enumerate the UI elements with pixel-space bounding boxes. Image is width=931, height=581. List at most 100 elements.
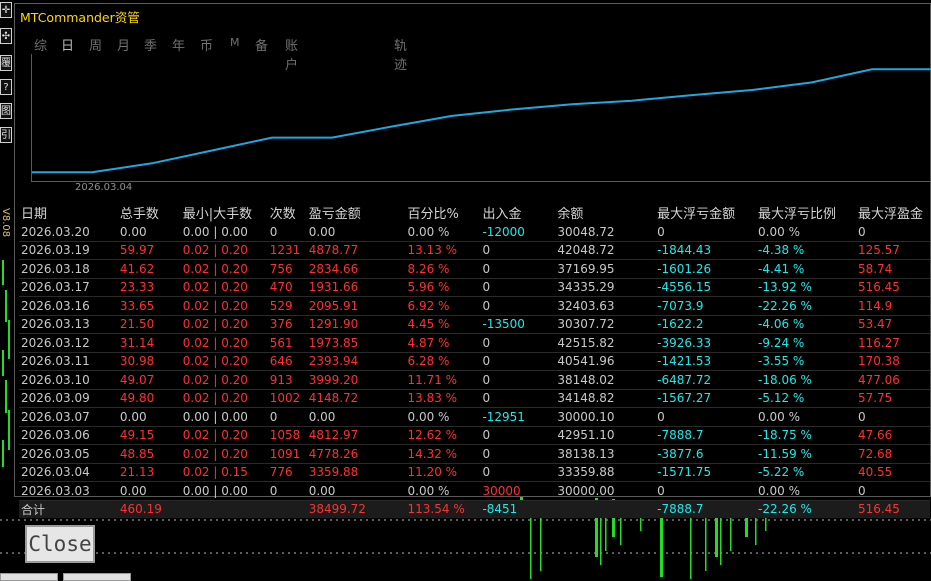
table-cell: 1231 bbox=[267, 241, 307, 260]
tab-quarter[interactable]: 季 bbox=[144, 35, 157, 54]
column-header[interactable]: 出入金 bbox=[480, 201, 555, 223]
help-icon[interactable]: ? bbox=[0, 79, 12, 95]
table-row[interactable]: 2026.03.10 49.07 0.02 | 0.20 913 3999.20 11.7… bbox=[19, 370, 930, 390]
table-cell: 11.71 % bbox=[405, 370, 481, 390]
table-row[interactable]: 2026.03.16 33.65 0.02 | 0.20 529 2095.91 6.92… bbox=[19, 296, 930, 316]
table-row[interactable]: 2026.03.17 23.33 0.02 | 0.20 470 1931.66 5.96… bbox=[19, 278, 930, 297]
chart-icon[interactable]: 图 bbox=[0, 103, 12, 119]
table-row[interactable]: 2026.03.11 30.98 0.02 | 0.20 646 2393.94 6.28… bbox=[19, 352, 930, 371]
table-cell: -22.26 % bbox=[756, 296, 856, 316]
table-cell: 14.32 % bbox=[405, 444, 481, 464]
tab-week[interactable]: 周 bbox=[89, 35, 102, 54]
table-row[interactable]: 2026.03.13 21.50 0.02 | 0.20 376 1291.90 4.45… bbox=[19, 315, 930, 334]
overlay-icon[interactable]: 覆 bbox=[0, 55, 12, 71]
table-cell: 477.06 bbox=[855, 370, 930, 390]
table-cell: 756 bbox=[267, 259, 307, 279]
table-cell: 0.00 bbox=[117, 223, 181, 242]
table-row[interactable]: 2026.03.18 41.62 0.02 | 0.20 756 2834.66 8.26… bbox=[19, 259, 930, 279]
table-cell: 0 bbox=[655, 481, 757, 501]
version-label: V8.08 bbox=[0, 208, 11, 238]
table-row[interactable]: 2026.03.12 31.14 0.02 | 0.20 561 1973.85 4.87… bbox=[19, 333, 930, 353]
table-cell: -18.75 % bbox=[756, 426, 856, 445]
column-header[interactable]: 盈亏金额 bbox=[307, 201, 406, 223]
table-cell: 32403.63 bbox=[555, 296, 656, 316]
close-button[interactable]: Close bbox=[25, 525, 95, 563]
table-cell: -4.38 % bbox=[756, 241, 856, 260]
total-cell: -8451 bbox=[480, 500, 556, 518]
table-row[interactable]: 2026.03.05 48.85 0.02 | 0.20 1091 4778.26 14.… bbox=[19, 444, 930, 464]
table-cell: 2026.03.03 bbox=[19, 481, 118, 501]
table-cell: 57.75 bbox=[855, 389, 930, 408]
column-header[interactable]: 日期 bbox=[19, 201, 118, 223]
table-cell: 2834.66 bbox=[306, 259, 406, 279]
table-cell: 2026.03.11 bbox=[19, 352, 118, 371]
table-cell: 0 bbox=[480, 426, 556, 445]
table-cell: 776 bbox=[267, 463, 307, 482]
tab-month[interactable]: 月 bbox=[117, 35, 130, 54]
table-row[interactable]: 2026.03.20 0.00 0.00 | 0.00 0 0.00 0.00 % -120… bbox=[19, 223, 930, 242]
column-header[interactable]: 总手数 bbox=[118, 201, 181, 223]
table-row[interactable]: 2026.03.03 0.00 0.00 | 0.00 0 0.00 0.00 % 3000… bbox=[19, 481, 930, 501]
column-header[interactable]: 百分比% bbox=[406, 201, 481, 223]
table-cell: 53.47 bbox=[855, 315, 930, 334]
table-cell: 8.26 % bbox=[405, 259, 481, 279]
bottom-button-right[interactable] bbox=[63, 573, 131, 581]
table-cell: 21.50 bbox=[117, 315, 181, 334]
table-cell: 30000.00 bbox=[555, 481, 656, 501]
table-cell: 30000 bbox=[480, 481, 556, 501]
tab-currency[interactable]: 币 bbox=[200, 35, 213, 54]
table-cell: 40541.96 bbox=[555, 352, 656, 371]
table-row[interactable]: 2026.03.06 49.15 0.02 | 0.20 1058 4812.97 12.… bbox=[19, 426, 930, 445]
candle bbox=[8, 320, 10, 359]
table-cell: 0 bbox=[655, 223, 757, 242]
guide-icon[interactable]: 引 bbox=[0, 127, 12, 143]
table-cell: 42515.82 bbox=[555, 333, 656, 353]
move-icon[interactable]: ✣ bbox=[0, 28, 12, 44]
tab-m[interactable]: M bbox=[230, 36, 240, 49]
table-cell: -13.92 % bbox=[756, 278, 856, 297]
table-cell: 376 bbox=[267, 315, 307, 334]
table-row[interactable]: 2026.03.19 59.97 0.02 | 0.20 1231 4878.77 13.… bbox=[19, 241, 930, 260]
table-cell: -1622.2 bbox=[655, 315, 757, 334]
table-cell: 1931.66 bbox=[306, 278, 406, 297]
table-cell: 2026.03.07 bbox=[19, 407, 118, 427]
column-header[interactable]: 最大浮亏金额 bbox=[655, 201, 756, 223]
bottom-button-left[interactable] bbox=[0, 573, 58, 581]
table-cell: 0.00 % bbox=[756, 223, 856, 242]
column-header[interactable]: 最小|大手数 bbox=[181, 201, 268, 223]
table-cell: 30000.10 bbox=[555, 407, 656, 427]
column-header[interactable]: 最大浮亏比例 bbox=[756, 201, 856, 223]
table-cell: 0.02 | 0.20 bbox=[180, 278, 268, 297]
table-cell: -5.22 % bbox=[756, 463, 856, 482]
table-cell: -18.06 % bbox=[756, 370, 856, 390]
column-header[interactable]: 最大浮盈金 bbox=[856, 201, 930, 223]
table-row[interactable]: 2026.03.09 49.80 0.02 | 0.20 1002 4148.72 13.… bbox=[19, 389, 930, 408]
tab-summary[interactable]: 综 bbox=[34, 35, 47, 54]
column-header[interactable]: 次数 bbox=[268, 201, 307, 223]
table-row[interactable]: 2026.03.07 0.00 0.00 | 0.00 0 0.00 0.00 % -129… bbox=[19, 407, 930, 427]
candle bbox=[530, 512, 532, 579]
table-cell: 0 bbox=[267, 223, 307, 242]
table-cell: 2026.03.05 bbox=[19, 444, 118, 464]
table-cell: -4556.15 bbox=[655, 278, 757, 297]
table-cell: 6.92 % bbox=[405, 296, 481, 316]
total-cell: 516.45 bbox=[855, 500, 930, 518]
tab-year[interactable]: 年 bbox=[172, 35, 185, 54]
table-cell: 0 bbox=[480, 463, 556, 482]
table-cell: 59.97 bbox=[117, 241, 181, 260]
table-cell: 1091 bbox=[267, 444, 307, 464]
table-cell: 0 bbox=[855, 223, 930, 242]
table-row[interactable]: 2026.03.04 21.13 0.02 | 0.15 776 3359.88 11.2… bbox=[19, 463, 930, 482]
equity-chart bbox=[31, 54, 931, 182]
table-cell: 33359.88 bbox=[555, 463, 656, 482]
tab-notes[interactable]: 备 bbox=[255, 35, 268, 54]
tab-day[interactable]: 日 bbox=[61, 35, 74, 54]
column-header[interactable]: 余额 bbox=[555, 201, 655, 223]
crosshair-icon[interactable]: ✛ bbox=[0, 2, 12, 18]
table-cell: 23.33 bbox=[117, 278, 181, 297]
table-cell: 0.00 bbox=[306, 407, 406, 427]
table-cell: 4812.97 bbox=[306, 426, 406, 445]
table-header: 日期 总手数 最小|大手数 次数 盈亏金额 百分比% 出入金 余额 最大浮亏金额 最大浮亏比例 最大… bbox=[19, 201, 930, 223]
table-cell: 21.13 bbox=[117, 463, 181, 482]
table-cell: 5.96 % bbox=[405, 278, 481, 297]
